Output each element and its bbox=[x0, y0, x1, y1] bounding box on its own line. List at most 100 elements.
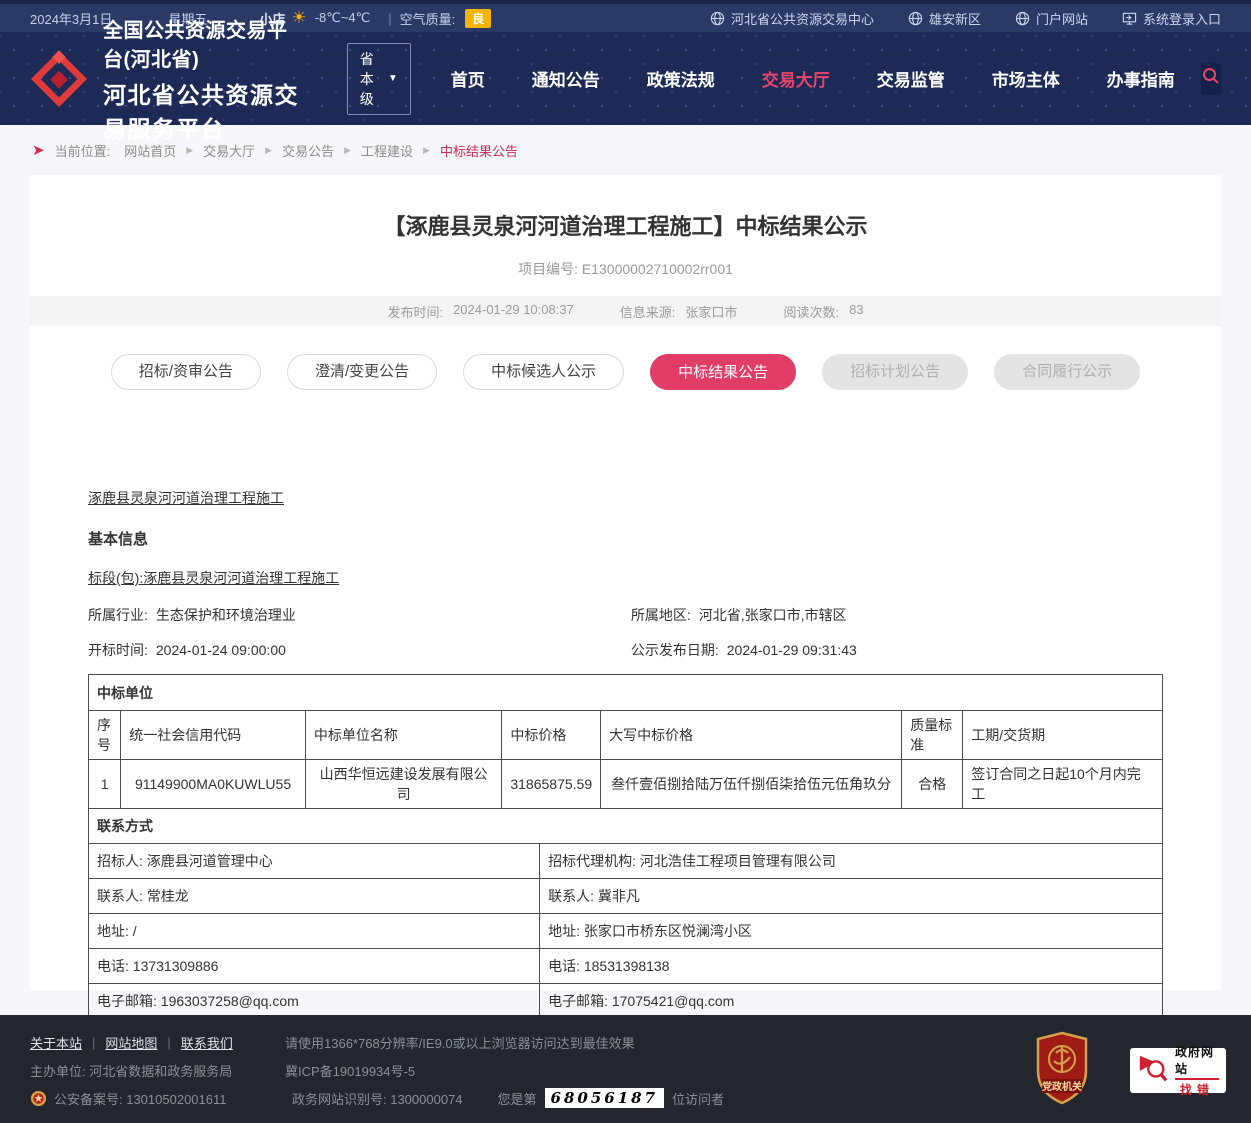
winner-table: 中标单位 序号 统一社会信用代码 中标单位名称 中标价格 大写中标价格 质量标准… bbox=[88, 674, 1163, 809]
cell-phone-left: 电话: 13731309886 bbox=[89, 949, 540, 984]
crumb-engineering[interactable]: 工程建设 bbox=[361, 141, 413, 160]
current-date: 2024年3月1日 bbox=[30, 9, 112, 28]
cell-contact-right: 联系人: 冀非凡 bbox=[540, 879, 1163, 914]
tab-contract-performance: 合同履行公示 bbox=[994, 354, 1140, 390]
contact-section-title: 联系方式 bbox=[89, 809, 1163, 844]
announcement-card: 【涿鹿县灵泉河河道治理工程施工】中标结果公示 项目编号: E1300000271… bbox=[30, 175, 1221, 990]
tab-bid-result[interactable]: 中标结果公告 bbox=[650, 354, 796, 390]
nav-home[interactable]: 首页 bbox=[451, 66, 485, 91]
cell-address-right: 地址: 张家口市桥东区悦澜湾小区 bbox=[540, 914, 1163, 949]
chevron-down-icon: ▼ bbox=[388, 73, 398, 84]
cell-tenderer: 招标人: 涿鹿县河道管理中心 bbox=[89, 844, 540, 879]
winner-section-title: 中标单位 bbox=[89, 675, 1163, 711]
cell-email-left: 电子邮箱: 1963037258@qq.com bbox=[89, 984, 540, 1019]
tab-candidates[interactable]: 中标候选人公示 bbox=[463, 354, 624, 390]
site-logo[interactable] bbox=[30, 50, 88, 108]
cell-price-caps: 叁仟壹佰捌拾陆万伍仟捌佰柒拾伍元伍角玖分 bbox=[601, 760, 902, 809]
link-system-login[interactable]: 系统登录入口 bbox=[1122, 9, 1221, 28]
cell-phone-right: 电话: 18531398138 bbox=[540, 949, 1163, 984]
party-gov-shield-badge[interactable]: 党政机关 bbox=[1034, 1031, 1090, 1110]
nav-trading-hall[interactable]: 交易大厅 bbox=[762, 66, 830, 91]
nav-service-guide[interactable]: 办事指南 bbox=[1107, 66, 1175, 91]
err-badge-line2: 找错 bbox=[1180, 1081, 1214, 1098]
login-monitor-icon bbox=[1122, 11, 1137, 26]
search-button[interactable] bbox=[1201, 63, 1221, 95]
temperature: -8℃~4℃ bbox=[315, 10, 371, 26]
source-value: 张家口市 bbox=[685, 302, 737, 321]
cell-price: 31865875.59 bbox=[502, 760, 601, 809]
table-row: 联系人: 常桂龙联系人: 冀非凡 bbox=[89, 879, 1163, 914]
table-row: 电话: 13731309886电话: 18531398138 bbox=[89, 949, 1163, 984]
air-quality-badge: 良 bbox=[465, 9, 491, 28]
contact-table: 联系方式 招标人: 涿鹿县河道管理中心招标代理机构: 河北浩佳工程项目管理有限公… bbox=[88, 808, 1163, 1019]
police-record-number: 公安备案号: 13010502001611 bbox=[54, 1089, 292, 1108]
nav-supervision[interactable]: 交易监管 bbox=[877, 66, 945, 91]
col-header: 质量标准 bbox=[902, 711, 963, 760]
err-badge-line1: 政府网站 bbox=[1175, 1043, 1219, 1080]
cell-address-left: 地址: / bbox=[89, 914, 540, 949]
announcement-type-tabs: 招标/资审公告 澄清/变更公告 中标候选人公示 中标结果公告 招标计划公告 合同… bbox=[30, 354, 1221, 390]
link-portal[interactable]: 门户网站 bbox=[1015, 9, 1088, 28]
nav-notices[interactable]: 通知公告 bbox=[532, 66, 600, 91]
field-announce-date: 公示发布日期:2024-01-29 09:31:43 bbox=[631, 640, 1163, 660]
source-label: 信息来源: bbox=[620, 302, 676, 321]
tab-clarification[interactable]: 澄清/变更公告 bbox=[287, 354, 437, 390]
tab-tender-notice[interactable]: 招标/资审公告 bbox=[111, 354, 261, 390]
air-quality-label: 空气质量: bbox=[400, 9, 456, 28]
page-title: 【涿鹿县灵泉河河道治理工程施工】中标结果公示 bbox=[30, 209, 1221, 241]
crumb-site-home[interactable]: 网站首页 bbox=[124, 141, 176, 160]
footer-contact-link[interactable]: 联系我们 bbox=[181, 1033, 233, 1052]
crumb-current-page: 中标结果公告 bbox=[440, 141, 518, 160]
region-selector[interactable]: 省本级 ▼ bbox=[347, 43, 411, 115]
chevron-right-icon: ▶ bbox=[265, 145, 272, 156]
cell-company: 山西华恒远建设发展有限公司 bbox=[305, 760, 502, 809]
cell-quality: 合格 bbox=[902, 760, 963, 809]
police-badge-icon bbox=[30, 1090, 47, 1107]
icp-number: 冀ICP备19019934号-5 bbox=[285, 1061, 415, 1080]
find-error-icon bbox=[1137, 1052, 1169, 1089]
table-row: 地址: /地址: 张家口市桥东区悦澜湾小区 bbox=[89, 914, 1163, 949]
col-header: 中标价格 bbox=[502, 711, 601, 760]
visitor-prefix: 您是第 bbox=[498, 1089, 537, 1108]
search-icon bbox=[1201, 66, 1221, 91]
basic-info-heading: 基本信息 bbox=[88, 528, 1163, 549]
field-region: 所属地区:河北省,张家口市,市辖区 bbox=[631, 605, 1163, 625]
globe-icon bbox=[1015, 11, 1030, 26]
footer-about-link[interactable]: 关于本站 bbox=[30, 1033, 82, 1052]
field-open-time: 开标时间:2024-01-24 09:00:00 bbox=[88, 640, 631, 660]
gov-site-id: 政务网站识别号: 1300000074 bbox=[292, 1089, 463, 1108]
nav-policies[interactable]: 政策法规 bbox=[647, 66, 715, 91]
footer-sitemap-link[interactable]: 网站地图 bbox=[105, 1033, 157, 1052]
gov-site-error-report-badge[interactable]: 政府网站 找错 bbox=[1130, 1048, 1226, 1093]
col-header: 中标单位名称 bbox=[305, 711, 502, 760]
table-row: 电子邮箱: 1963037258@qq.com电子邮箱: 17075421@qq… bbox=[89, 984, 1163, 1019]
link-xiongan[interactable]: 雄安新区 bbox=[908, 9, 981, 28]
chevron-right-icon: ▶ bbox=[186, 145, 193, 156]
visitor-suffix: 位访问者 bbox=[672, 1089, 724, 1108]
table-row: 招标人: 涿鹿县河道管理中心招标代理机构: 河北浩佳工程项目管理有限公司 bbox=[89, 844, 1163, 879]
crumb-trading-hall[interactable]: 交易大厅 bbox=[203, 141, 255, 160]
site-title-block: 全国公共资源交易平台(河北省) 河北省公共资源交易服务平台 bbox=[103, 14, 305, 144]
link-trade-center[interactable]: 河北省公共资源交易中心 bbox=[710, 9, 874, 28]
field-industry: 所属行业:生态保护和环境治理业 bbox=[88, 605, 631, 625]
publish-time-value: 2024-01-29 10:08:37 bbox=[453, 302, 574, 321]
main-nav: 首页 通知公告 政策法规 交易大厅 交易监管 市场主体 办事指南 bbox=[451, 66, 1175, 91]
organizer: 主办单位: 河北省数据和政务服务局 bbox=[30, 1061, 285, 1080]
nav-market-entities[interactable]: 市场主体 bbox=[992, 66, 1060, 91]
project-number-label: 项目编号: bbox=[518, 261, 578, 277]
project-link[interactable]: 涿鹿县灵泉河河道治理工程施工 bbox=[88, 488, 284, 508]
site-footer: 关于本站 | 网站地图 | 联系我们 请使用1366*768分辨率/IE9.0或… bbox=[0, 1015, 1251, 1123]
cell-credit-code: 91149900MA0KUWLU55 bbox=[121, 760, 306, 809]
col-header: 统一社会信用代码 bbox=[121, 711, 306, 760]
globe-icon bbox=[710, 11, 725, 26]
chevron-right-icon: ▶ bbox=[423, 145, 430, 156]
crumb-trade-announcements[interactable]: 交易公告 bbox=[282, 141, 334, 160]
breadcrumb-label: 当前位置: bbox=[55, 141, 111, 160]
chevron-right-icon: ▶ bbox=[344, 145, 351, 156]
col-header: 序号 bbox=[89, 711, 121, 760]
views-label: 阅读次数: bbox=[783, 302, 839, 321]
tab-tender-plan: 招标计划公告 bbox=[822, 354, 968, 390]
announcement-body: 涿鹿县灵泉河河道治理工程施工 基本信息 标段(包):涿鹿县灵泉河河道治理工程施工… bbox=[88, 488, 1163, 1019]
winner-data-row: 1 91149900MA0KUWLU55 山西华恒远建设发展有限公司 31865… bbox=[89, 760, 1163, 809]
package-link[interactable]: 标段(包):涿鹿县灵泉河河道治理工程施工 bbox=[88, 568, 339, 588]
